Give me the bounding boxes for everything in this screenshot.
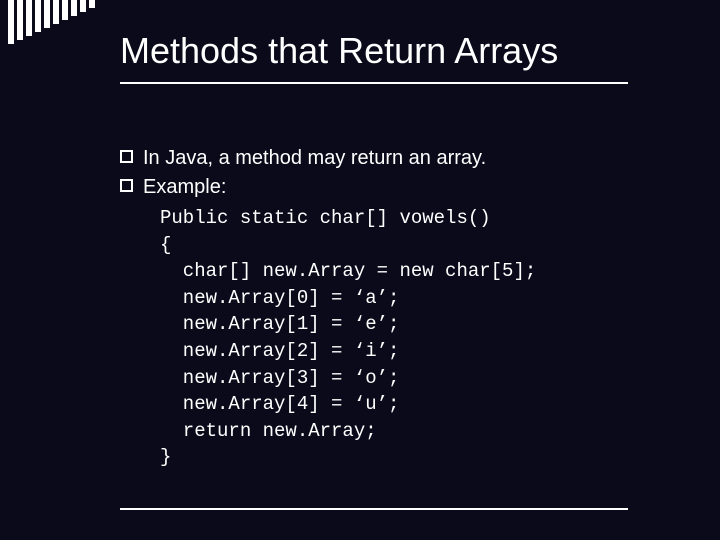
bullet-item: Example: — [120, 174, 660, 201]
slide: Methods that Return Arrays In Java, a me… — [0, 0, 720, 540]
bullet-item: In Java, a method may return an array. — [120, 145, 660, 172]
slide-title: Methods that Return Arrays — [120, 30, 558, 72]
code-block: Public static char[] vowels() { char[] n… — [160, 205, 660, 471]
bullet-box-icon — [120, 179, 133, 192]
bullet-text: In Java, a method may return an array. — [143, 145, 660, 172]
bullet-box-icon — [120, 150, 133, 163]
slide-body: In Java, a method may return an array. E… — [120, 145, 660, 471]
title-underline — [120, 82, 628, 84]
footer-line — [120, 508, 628, 510]
corner-bars-decoration — [8, 0, 95, 44]
bullet-text: Example: — [143, 174, 660, 201]
